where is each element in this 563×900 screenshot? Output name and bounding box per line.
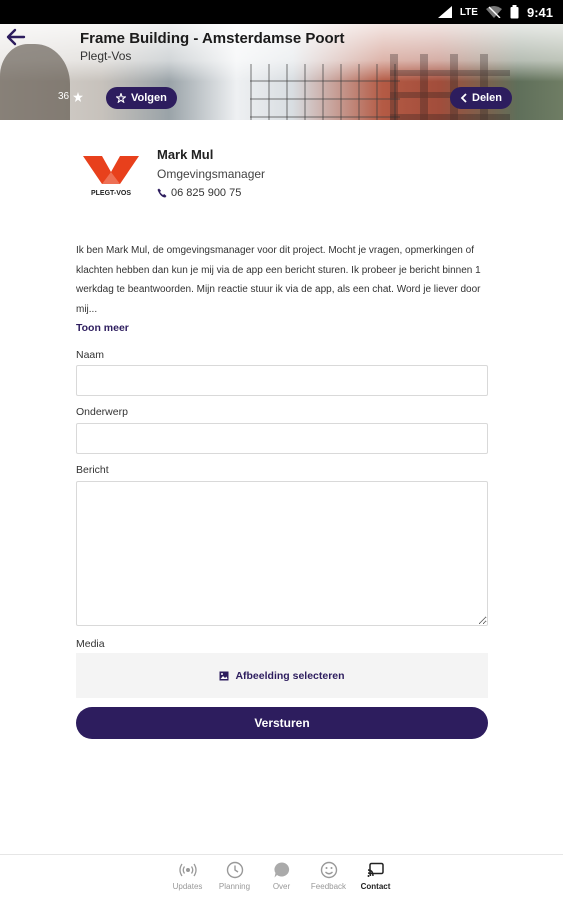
network-type: LTE (459, 6, 478, 18)
chat-bubble-icon (273, 862, 289, 878)
contact-role: Omgevingsmanager (157, 167, 266, 181)
signal-icon (437, 6, 452, 18)
nav-label-contact: Contact (360, 882, 391, 891)
nav-item-updates[interactable]: Updates (164, 855, 211, 900)
phone-icon (157, 188, 167, 198)
header-image-tree (0, 44, 70, 120)
select-image-label: Afbeelding selecteren (235, 669, 345, 682)
follow-label: Volgen (131, 92, 167, 104)
battery-icon (510, 5, 519, 19)
contact-phone-number: 06 825 900 75 (171, 187, 242, 199)
cast-screen-icon (367, 862, 384, 877)
star-outline-icon (116, 93, 126, 103)
header-image-building (250, 64, 400, 120)
nav-item-feedback[interactable]: Feedback (305, 855, 352, 900)
bottom-navigation: Updates Planning Over Feedback Contact (0, 854, 563, 900)
smiley-icon (320, 861, 337, 879)
message-textarea[interactable] (76, 481, 488, 626)
status-time: 9:41 (526, 4, 553, 20)
clock-icon (226, 861, 243, 879)
submit-button[interactable]: Versturen (76, 707, 488, 739)
nav-label-feedback: Feedback (310, 882, 347, 891)
show-more-link[interactable]: Toon meer (76, 322, 129, 334)
media-label: Media (76, 638, 105, 650)
broadcast-icon (178, 863, 197, 877)
select-image-button[interactable]: Afbeelding selecteren (76, 653, 488, 698)
status-bar: LTE 9:41 (0, 0, 563, 24)
image-icon (219, 671, 229, 680)
contact-phone-link[interactable]: 06 825 900 75 (157, 187, 241, 199)
nav-item-over[interactable]: Over (258, 855, 305, 900)
subject-label: Onderwerp (76, 406, 128, 418)
nav-label-updates: Updates (172, 882, 203, 891)
nav-item-planning[interactable]: Planning (211, 855, 258, 900)
chevron-left-icon (460, 93, 467, 103)
subject-input[interactable] (76, 423, 488, 454)
name-label: Naam (76, 349, 105, 361)
follow-button[interactable]: Volgen (106, 87, 177, 109)
page-subtitle: Plegt-Vos (80, 49, 132, 63)
logo-text: PLEGT-VOS (91, 190, 131, 197)
name-input[interactable] (76, 365, 488, 396)
share-button[interactable]: Delen (450, 87, 512, 109)
message-label: Bericht (76, 464, 109, 476)
intro-text: Ik ben Mark Mul, de omgevingsmanager voo… (76, 245, 481, 315)
star-icon (73, 91, 84, 102)
nav-item-contact[interactable]: Contact (352, 855, 399, 900)
follower-count: 36 (58, 91, 84, 102)
follower-count-value: 36 (58, 91, 70, 102)
share-label: Delen (472, 92, 502, 104)
nav-label-planning: Planning (218, 882, 251, 891)
company-logo: PLEGT-VOS (80, 152, 142, 198)
nav-label-over: Over (272, 882, 291, 891)
wifi-icon (485, 6, 502, 18)
back-button[interactable] (6, 28, 30, 48)
arrow-left-icon (6, 28, 26, 46)
contact-name: Mark Mul (157, 147, 214, 162)
page-title: Frame Building - Amsterdamse Poort (80, 30, 345, 47)
